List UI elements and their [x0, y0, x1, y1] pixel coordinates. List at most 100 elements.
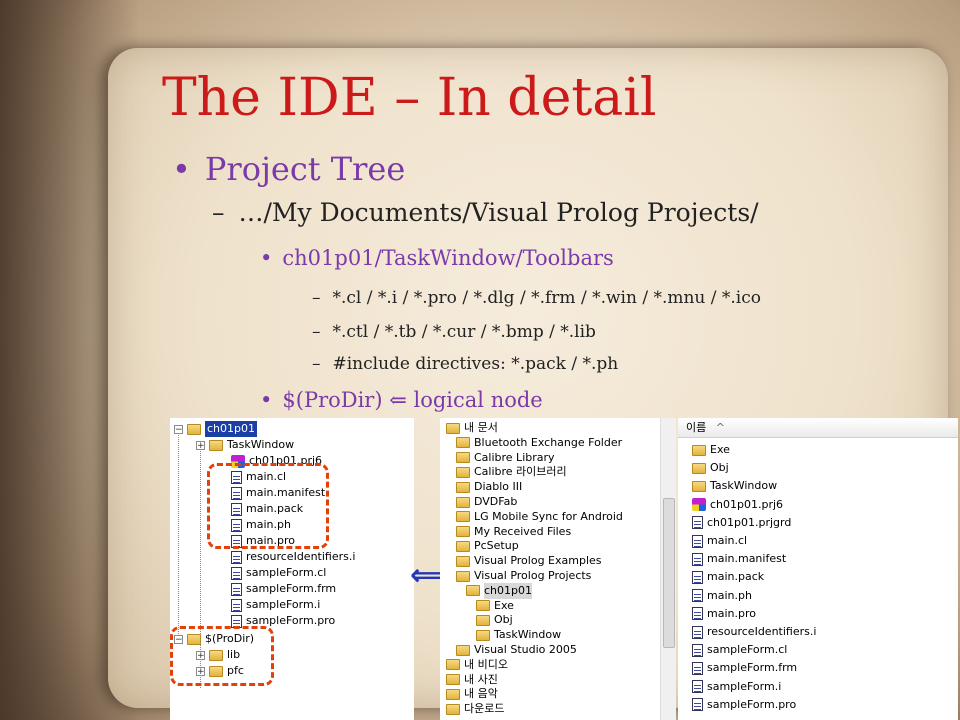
- tree-item[interactable]: sampleForm.i: [231, 597, 320, 613]
- folder-item[interactable]: 내 문서: [446, 420, 498, 436]
- tree-item[interactable]: sampleForm.cl: [231, 565, 326, 581]
- folder-item-label: Visual Studio 2005: [474, 643, 577, 656]
- folder-icon: [456, 540, 470, 552]
- folder-item[interactable]: My Received Files: [456, 524, 571, 540]
- tree-item[interactable]: resourceIdentifiers.i: [231, 549, 355, 565]
- bullet-dash: –: [312, 322, 321, 342]
- folder-icon: [456, 481, 470, 493]
- tree-item-label: sampleForm.cl: [246, 566, 327, 579]
- explorer-tree-panel: 내 문서 Bluetooth Exchange Folder Calibre Lib…: [440, 418, 676, 720]
- tree-item-label: sampleForm.i: [246, 598, 321, 611]
- folder-item-label: PcSetup: [474, 539, 519, 553]
- tree-item-label: ch01p01: [205, 421, 257, 437]
- file-item[interactable]: main.pack: [692, 569, 764, 585]
- folder-item[interactable]: Calibre 라이브러리: [456, 464, 567, 480]
- sub-item-label: *.ctl / *.tb / *.cur / *.bmp / *.lib: [332, 322, 596, 342]
- file-item[interactable]: sampleForm.i: [692, 679, 781, 695]
- file-item[interactable]: Obj: [692, 460, 729, 476]
- folder-icon: [456, 511, 470, 523]
- bullet-dot: •: [260, 388, 273, 412]
- folder-item[interactable]: DVDFab: [456, 494, 517, 510]
- bullet-path: – …/My Documents/Visual Prolog Projects/: [212, 198, 759, 227]
- file-item[interactable]: sampleForm.pro: [692, 697, 796, 713]
- folder-item-label: TaskWindow: [494, 628, 562, 642]
- slide-title: The IDE – In detail: [162, 68, 657, 128]
- folder-icon: [456, 437, 470, 449]
- tree-item[interactable]: − ch01p01: [174, 421, 257, 437]
- folder-item-label: 내 문서: [464, 421, 498, 434]
- folder-icon: [187, 423, 201, 435]
- folder-item[interactable]: TaskWindow: [476, 627, 561, 643]
- bullet-dash: –: [212, 198, 225, 227]
- file-item-label: sampleForm.cl: [707, 643, 788, 657]
- folder-item-label: Diablo III: [474, 480, 523, 494]
- folder-item[interactable]: Obj: [476, 612, 513, 628]
- folder-item[interactable]: PcSetup: [456, 538, 519, 554]
- bullet-label: ch01p01/TaskWindow/Toolbars: [282, 246, 614, 270]
- folder-item-label: Visual Prolog Projects: [474, 569, 592, 582]
- tree-item[interactable]: + TaskWindow: [196, 437, 294, 453]
- bullet-label-rest: logical node: [406, 388, 543, 412]
- file-item[interactable]: Exe: [692, 442, 730, 458]
- folder-item[interactable]: LG Mobile Sync for Android: [456, 509, 623, 525]
- folder-item[interactable]: Bluetooth Exchange Folder: [456, 435, 622, 451]
- folder-icon: [476, 629, 490, 641]
- file-item[interactable]: main.manifest: [692, 551, 786, 567]
- file-item[interactable]: main.cl: [692, 533, 747, 549]
- folder-icon: [456, 496, 470, 508]
- sub-item-1: – *.cl / *.i / *.pro / *.dlg / *.frm / *.…: [312, 288, 761, 308]
- file-item[interactable]: main.ph: [692, 588, 752, 604]
- bullet-ch01p01: • ch01p01/TaskWindow/Toolbars: [260, 246, 614, 270]
- bullet-label: $(ProDir): [282, 388, 390, 412]
- collapse-icon[interactable]: −: [174, 424, 183, 434]
- folder-item[interactable]: 내 사진: [446, 672, 498, 688]
- file-item[interactable]: ch01p01.prjgrd: [692, 515, 791, 531]
- folder-item-label: 내 음악: [464, 687, 498, 701]
- document-icon: [231, 598, 242, 612]
- highlight-main-files: [207, 463, 329, 549]
- file-item-label: Obj: [710, 461, 729, 475]
- folder-item[interactable]: ch01p01: [466, 582, 532, 599]
- scrollbar-thumb[interactable]: [663, 498, 675, 648]
- folder-item[interactable]: Calibre Library: [456, 450, 555, 466]
- file-item[interactable]: resourceIdentifiers.i: [692, 624, 816, 640]
- folder-item[interactable]: 내 비디오: [446, 657, 508, 673]
- document-icon: [692, 680, 703, 694]
- folder-icon: [456, 526, 470, 538]
- bullet-dot: •: [172, 150, 191, 188]
- file-item[interactable]: sampleForm.frm: [692, 660, 797, 676]
- folder-item-label: LG Mobile Sync for Android: [474, 509, 623, 523]
- folder-item[interactable]: Diablo III: [456, 479, 522, 495]
- folder-item-label: 내 비디오: [464, 657, 508, 671]
- document-icon: [692, 607, 703, 621]
- folder-item[interactable]: Exe: [476, 598, 514, 614]
- folder-item[interactable]: 내 음악: [446, 686, 498, 702]
- folder-item[interactable]: Visual Prolog Projects: [456, 568, 591, 584]
- sub-item-label: *.cl / *.i / *.pro / *.dlg / *.frm / *.w…: [332, 288, 762, 308]
- folder-item-label: Calibre 라이브러리: [474, 465, 567, 479]
- sub-item-2: – *.ctl / *.tb / *.cur / *.bmp / *.lib: [312, 322, 596, 342]
- document-icon: [692, 625, 703, 639]
- file-item[interactable]: TaskWindow: [692, 478, 777, 494]
- folder-icon: [456, 555, 470, 567]
- expand-icon[interactable]: +: [196, 440, 205, 450]
- bullet-dot: •: [260, 246, 273, 270]
- folder-item-label: Exe: [494, 598, 514, 612]
- folder-item-label: DVDFab: [474, 495, 518, 508]
- folder-item[interactable]: 다운로드: [446, 701, 504, 717]
- file-list-panel: 이름 ^ Exe Obj TaskWindow ch01p01.prj6 ch01p01…: [678, 418, 958, 720]
- file-item-label: ch01p01.prj6: [710, 497, 784, 511]
- file-item[interactable]: main.pro: [692, 606, 756, 622]
- folder-item-label: Obj: [494, 613, 513, 627]
- file-item[interactable]: ch01p01.prj6: [692, 497, 783, 513]
- file-item[interactable]: sampleForm.cl: [692, 642, 787, 658]
- file-item-label: ch01p01.prjgrd: [707, 515, 792, 529]
- column-header-name[interactable]: 이름 ^: [678, 418, 958, 438]
- folder-item[interactable]: Visual Studio 2005: [456, 642, 577, 658]
- folder-item[interactable]: Visual Prolog Examples: [456, 553, 602, 569]
- folder-item-label: Calibre Library: [474, 450, 555, 464]
- explorer-scrollbar[interactable]: [660, 418, 676, 720]
- folder-icon: [692, 462, 706, 474]
- tree-item[interactable]: sampleForm.frm: [231, 581, 336, 597]
- document-icon: [692, 589, 703, 603]
